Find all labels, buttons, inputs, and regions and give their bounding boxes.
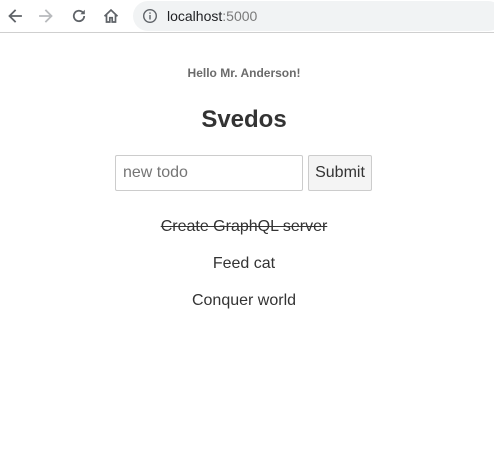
todo-item[interactable]: Create GraphQL server — [0, 215, 488, 239]
url-host: localhost — [167, 8, 223, 24]
info-circle-icon[interactable] — [142, 8, 158, 24]
reload-icon — [72, 9, 86, 22]
arrow-left-icon — [8, 9, 22, 23]
url-text[interactable]: localhost:5000 — [167, 8, 257, 24]
arrow-right-icon — [39, 9, 53, 23]
back-button[interactable] — [3, 4, 27, 28]
forward-button[interactable] — [34, 4, 58, 28]
new-todo-input[interactable] — [115, 155, 303, 191]
home-button[interactable] — [99, 4, 123, 28]
reload-button[interactable] — [67, 4, 91, 28]
address-bar[interactable]: localhost:5000 — [133, 1, 494, 31]
todo-item[interactable]: Feed cat — [0, 252, 488, 276]
browser-toolbar: localhost:5000 — [0, 0, 494, 33]
home-icon — [103, 8, 119, 23]
submit-button[interactable]: Submit — [308, 155, 372, 191]
page-title: Svedos — [201, 106, 287, 133]
greeting-text: Hello Mr. Anderson! — [187, 66, 301, 80]
todo-list: Create GraphQL server Feed cat Conquer w… — [0, 215, 488, 326]
url-port: :5000 — [222, 8, 258, 24]
todo-item[interactable]: Conquer world — [0, 289, 488, 313]
